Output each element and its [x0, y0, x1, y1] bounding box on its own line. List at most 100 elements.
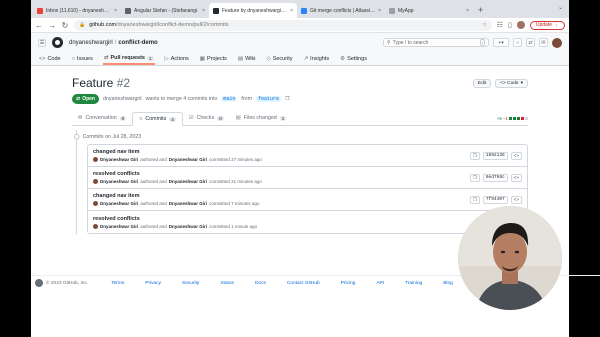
browser-tab[interactable]: Git merge conflicts | Atlassian ×: [297, 3, 385, 18]
copy-icon[interactable]: ❐: [285, 96, 289, 102]
back-icon[interactable]: ←: [35, 21, 43, 30]
repo-nav-insights[interactable]: ↗ Insights: [303, 53, 331, 65]
close-tab-icon[interactable]: ×: [466, 8, 469, 14]
copy-sha-icon[interactable]: ❐: [469, 195, 480, 204]
commit-committer[interactable]: Dnyaneshwar Giri: [169, 157, 207, 162]
copy-sha-icon[interactable]: ❐: [469, 151, 480, 160]
footer-link-pricing[interactable]: Pricing: [341, 281, 356, 286]
close-tab-icon[interactable]: ×: [202, 8, 205, 14]
footer-link-api[interactable]: API: [376, 281, 384, 286]
page-title: Feature #2: [72, 76, 130, 90]
footer-link-security[interactable]: Security: [182, 281, 199, 286]
commit-committer[interactable]: Dnyaneshwar Giri: [169, 179, 207, 184]
copy-sha-icon[interactable]: ❐: [469, 173, 480, 182]
tab-conversation[interactable]: ✉ Conversation 0: [72, 111, 132, 125]
tab-checks[interactable]: ☑ Checks 0: [183, 111, 230, 125]
profile-avatar[interactable]: [516, 21, 525, 29]
commit-author[interactable]: Dnyaneshwar Giri: [100, 179, 138, 184]
tab-strip: Inbox (11,610) - dnyaneshwargir × Angular …: [31, 0, 569, 18]
reload-icon[interactable]: ↻: [61, 21, 69, 30]
close-tab-icon[interactable]: ×: [114, 8, 117, 14]
repo-nav: <> Code ○ Issues ⇄ Pull requests 1 ▷ Actions ▦ Pro…: [31, 52, 569, 66]
author-avatar: [93, 179, 98, 184]
commit-time: committed 1 minute ago: [209, 223, 258, 229]
search-input[interactable]: ⚲ Type / to search /: [383, 38, 489, 47]
footer-link-docs[interactable]: Docs: [255, 281, 266, 286]
tab-files-changed[interactable]: ▤ Files changed 1: [230, 111, 293, 125]
url-field[interactable]: 🔒 github.com/dnyaneshwargirl/conflict-de…: [74, 19, 492, 31]
repo-nav-projects[interactable]: ▦ Projects: [199, 53, 228, 65]
header-actions: ⚲ Type / to search / +▾ ○ ⇄ ✉: [383, 37, 562, 48]
commit-author[interactable]: Dnyaneshwar Giri: [100, 157, 138, 162]
search-icon: ⚲: [387, 39, 391, 46]
repo-nav-pull-requests[interactable]: ⇄ Pull requests 1: [102, 53, 155, 65]
update-button[interactable]: Update ⋮: [529, 20, 565, 30]
sidepanel-icon[interactable]: ▯: [508, 21, 512, 29]
new-tab-button[interactable]: +: [473, 3, 488, 18]
browser-tab[interactable]: Inbox (11,610) - dnyaneshwargir ×: [33, 3, 121, 18]
menu-icon[interactable]: ☰: [38, 38, 46, 47]
repo-nav-label: Actions: [170, 56, 189, 62]
browse-repo-icon[interactable]: <>: [510, 195, 522, 204]
actions-nav-icon: ▷: [164, 56, 169, 62]
repo-nav-code[interactable]: <> Code: [38, 53, 62, 65]
close-tab-icon[interactable]: ×: [290, 8, 293, 14]
pr-title-actions: Edit <> Code ▾: [472, 78, 528, 88]
github-logo-icon[interactable]: [52, 37, 63, 48]
footer-link-training[interactable]: Training: [405, 281, 422, 286]
tab-commits[interactable]: ○ Commits 4: [132, 112, 183, 126]
status-badge: ⇄ Open: [72, 94, 99, 104]
tab-label: Files changed: [243, 115, 277, 121]
github-footer-logo-icon[interactable]: [35, 279, 43, 287]
browse-repo-icon[interactable]: <>: [510, 151, 522, 160]
footer-link-contact-github[interactable]: Contact GitHub: [287, 281, 320, 286]
bookmark-star-icon[interactable]: ☆: [482, 22, 486, 28]
browser-tab[interactable]: Feature by dnyaneshwargirl · P ×: [209, 3, 297, 18]
browse-repo-icon[interactable]: <>: [510, 173, 522, 182]
extensions-icon[interactable]: ☷: [497, 21, 503, 29]
forward-icon[interactable]: →: [48, 21, 56, 30]
footer-link-privacy[interactable]: Privacy: [145, 281, 161, 286]
commit-actions: ❐ 7f94407 <>: [469, 195, 522, 204]
breadcrumb-repo[interactable]: conflict-demo: [118, 40, 157, 46]
user-avatar[interactable]: [552, 37, 562, 48]
footer-link-status[interactable]: Status: [220, 281, 234, 286]
commit-committer[interactable]: Dnyaneshwar Giri: [169, 201, 207, 206]
close-tab-icon[interactable]: ×: [378, 8, 381, 14]
commit-author[interactable]: Dnyaneshwar Giri: [100, 201, 138, 206]
edit-button[interactable]: Edit: [472, 78, 492, 88]
pull-requests-icon[interactable]: ⇄: [526, 38, 535, 47]
commit-message[interactable]: resolved conflicts: [93, 171, 470, 177]
head-branch[interactable]: feature: [256, 96, 282, 102]
notifications-icon[interactable]: ✉: [539, 38, 548, 47]
wiki-nav-icon: ▤: [237, 56, 244, 62]
code-dropdown-button[interactable]: <> Code ▾: [495, 78, 528, 88]
pr-author-link[interactable]: dnyaneshwargirl: [103, 96, 142, 102]
commit-actions: ❐ 1692136 <>: [469, 151, 522, 160]
commit-committer[interactable]: Dnyaneshwar Giri: [169, 224, 207, 229]
repo-nav-wiki[interactable]: ▤ Wiki: [237, 53, 257, 65]
repo-nav-actions[interactable]: ▷ Actions: [164, 53, 190, 65]
tab-search-icon[interactable]: ⌄: [558, 4, 563, 11]
repo-nav-settings[interactable]: ⚙ Settings: [339, 53, 368, 65]
browser-tab[interactable]: Angular Stefan - (Stefanangi ×: [121, 3, 209, 18]
diffstat-block: [525, 117, 528, 120]
repo-nav-issues[interactable]: ○ Issues: [71, 53, 94, 65]
commit-message[interactable]: resolved conflicts: [93, 216, 498, 222]
base-branch[interactable]: main: [221, 96, 238, 102]
footer-link-blog[interactable]: Blog: [443, 281, 453, 286]
browser-tab[interactable]: MyApp ×: [385, 3, 473, 18]
commit-sha-button[interactable]: 6ed768c: [482, 173, 508, 182]
repo-nav-security[interactable]: ◇ Security: [265, 53, 293, 65]
commit-message[interactable]: changed nav item: [93, 149, 470, 155]
commit-authored-text: authored and: [140, 157, 167, 162]
issues-icon[interactable]: ○: [513, 38, 522, 47]
commit-message[interactable]: changed nav item: [93, 193, 470, 199]
commit-author[interactable]: Dnyaneshwar Giri: [100, 224, 138, 229]
commit-sha-button[interactable]: 1692136: [482, 151, 508, 160]
breadcrumb-owner[interactable]: dnyaneshwargirl: [69, 40, 113, 46]
commits-tab-icon: ○: [139, 116, 143, 122]
footer-link-terms[interactable]: Terms: [111, 281, 124, 286]
create-new-button[interactable]: +▾: [493, 38, 509, 47]
commit-sha-button[interactable]: 7f94407: [482, 195, 508, 204]
